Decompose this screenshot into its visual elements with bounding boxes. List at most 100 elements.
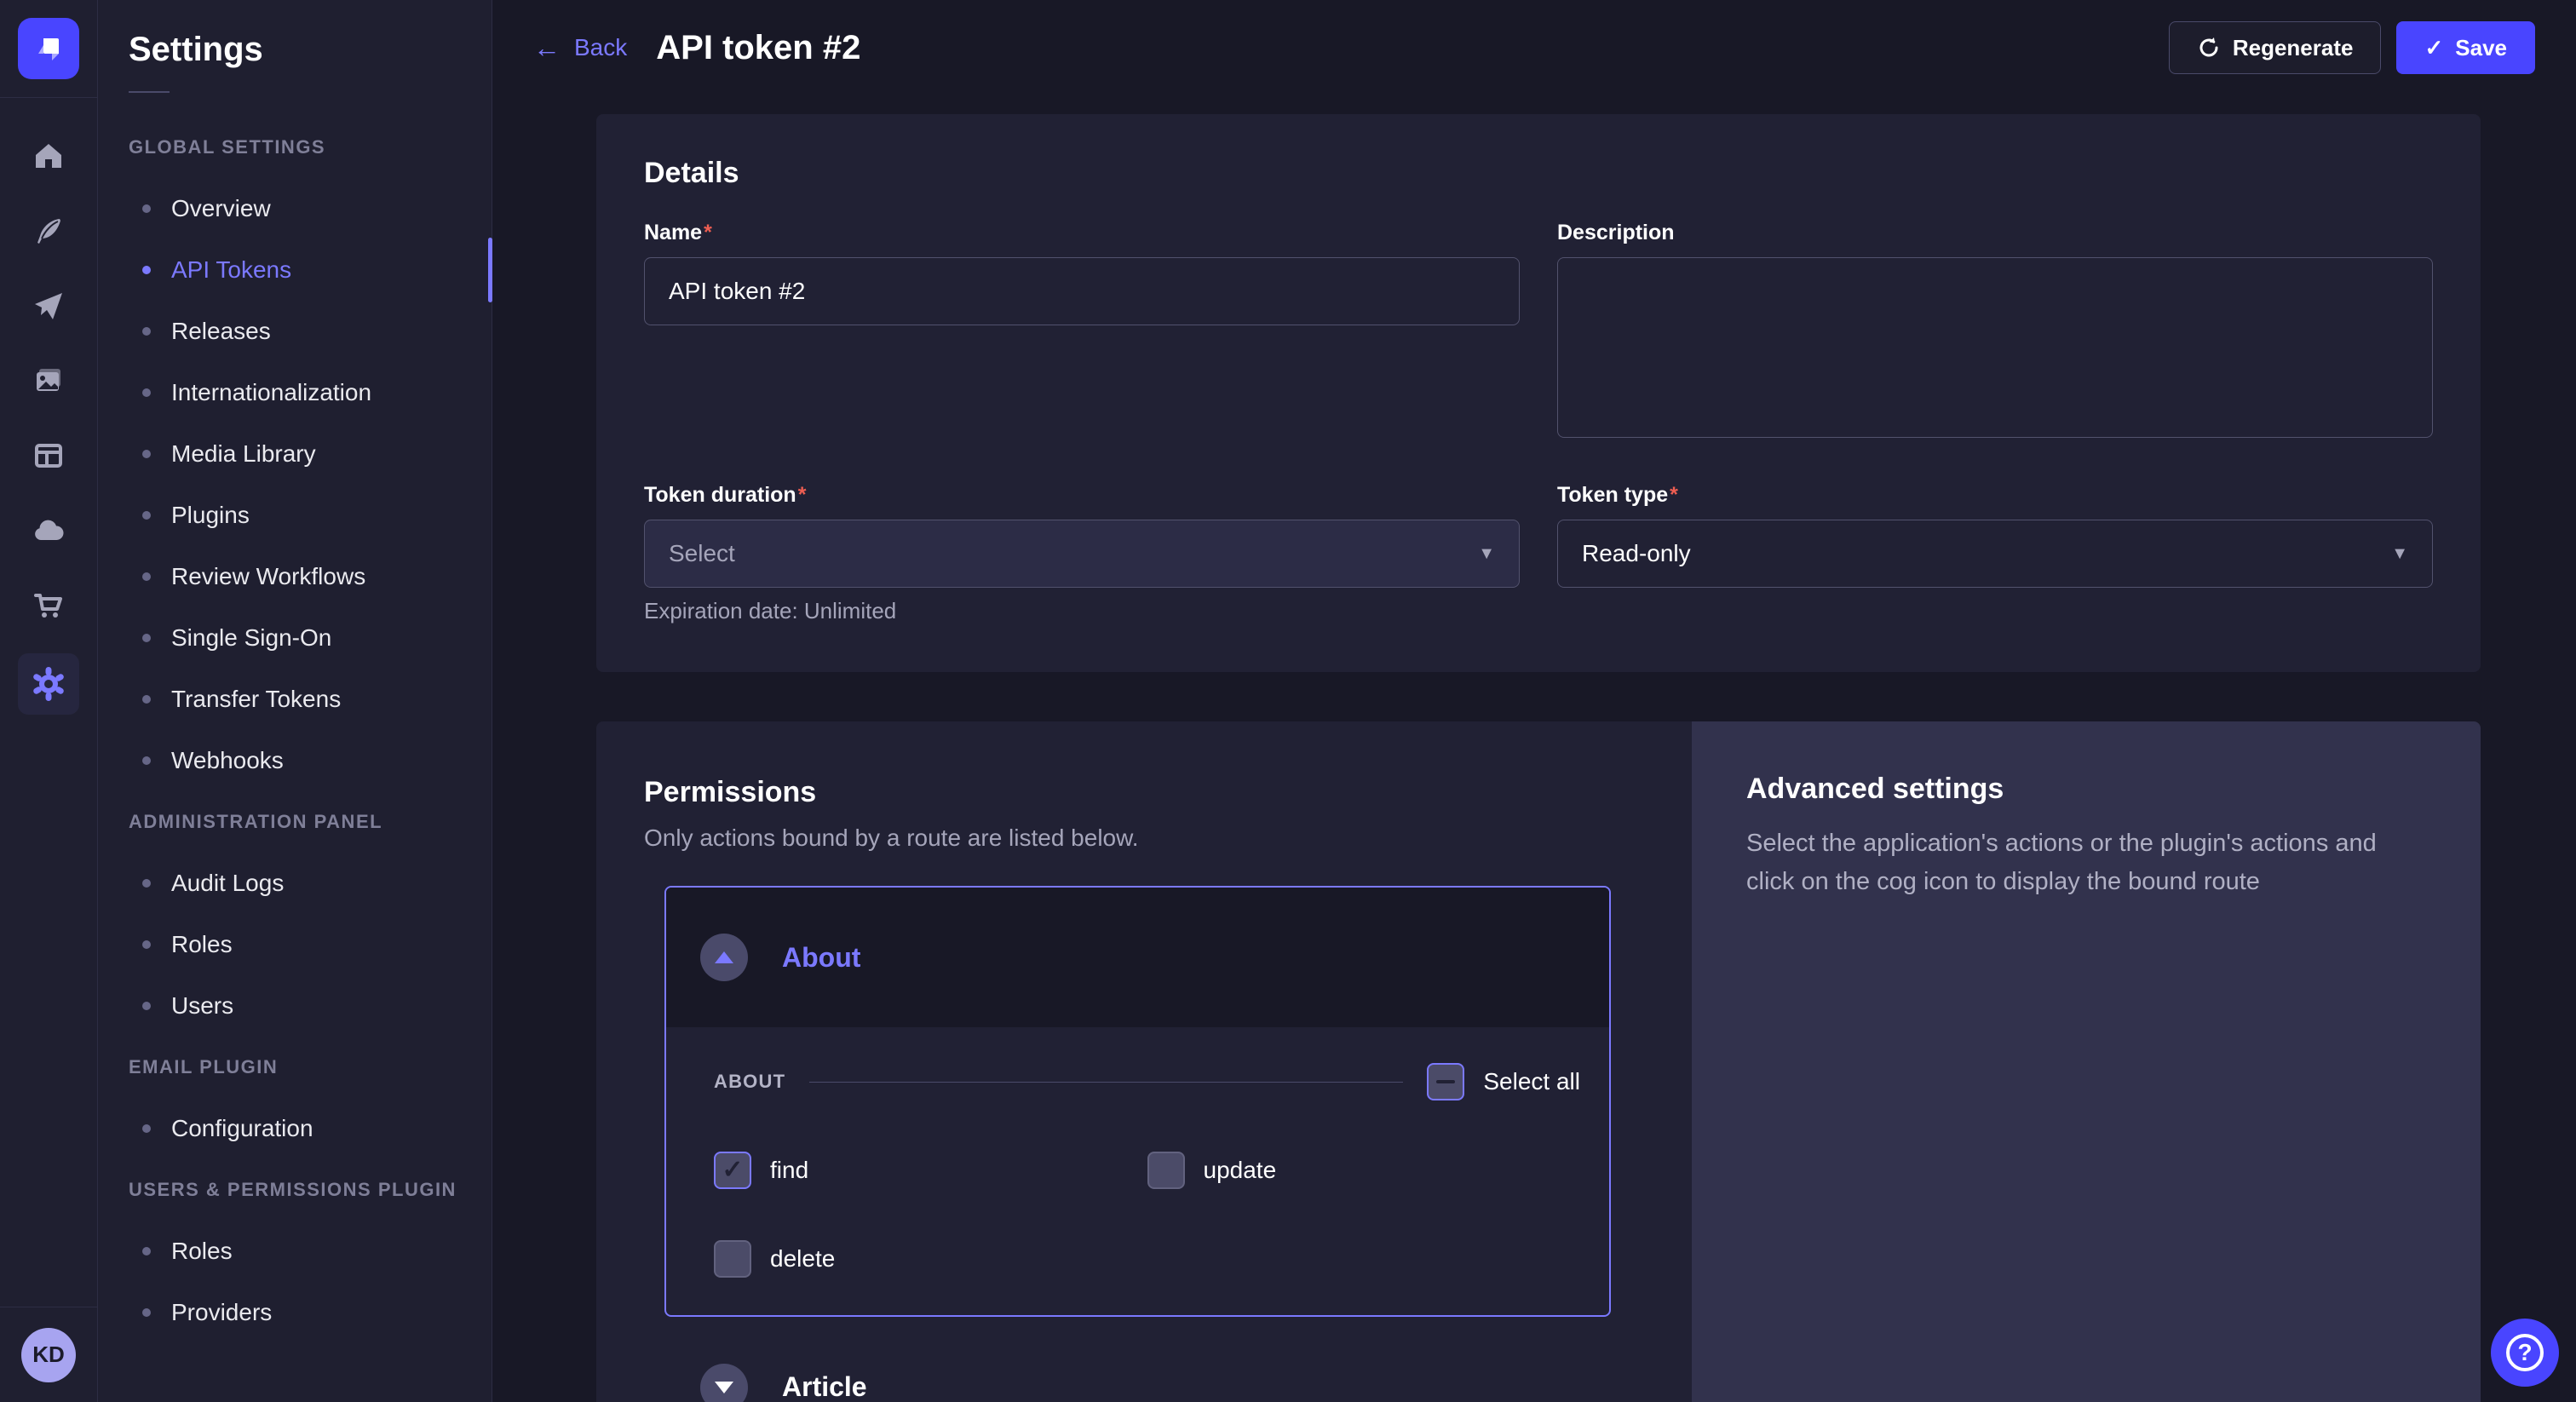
- section-users-permissions-plugin: USERS & PERMISSIONS PLUGIN: [129, 1159, 492, 1221]
- sidebar-item-up-roles[interactable]: Roles: [98, 1221, 492, 1282]
- sidebar-item-single-sign-on[interactable]: Single Sign-On: [98, 607, 492, 669]
- find-checkbox[interactable]: ✓: [714, 1152, 751, 1189]
- back-arrow-icon: ←: [533, 34, 561, 61]
- settings-sidebar: Settings GLOBAL SETTINGS Overview API To…: [98, 0, 492, 1402]
- sidebar-item-providers[interactable]: Providers: [98, 1282, 492, 1343]
- find-label: find: [770, 1157, 808, 1184]
- name-input[interactable]: [644, 257, 1520, 325]
- token-duration-select[interactable]: Select ▼: [644, 520, 1520, 588]
- layout-builder-icon[interactable]: [18, 428, 79, 483]
- sidebar-item-audit-logs[interactable]: Audit Logs: [98, 853, 492, 914]
- sidebar-item-webhooks[interactable]: Webhooks: [98, 730, 492, 791]
- token-duration-label: Token duration*: [644, 483, 1520, 508]
- update-checkbox[interactable]: [1147, 1152, 1185, 1189]
- about-subject-row: ABOUT Select all: [714, 1056, 1580, 1107]
- delete-label: delete: [770, 1245, 835, 1273]
- permissions-card: Permissions Only actions bound by a rout…: [596, 721, 2481, 1402]
- token-type-value: Read-only: [1582, 540, 1691, 567]
- strapi-logo[interactable]: [18, 18, 79, 79]
- avatar-cell: KD: [0, 1307, 97, 1402]
- required-asterisk: *: [1670, 483, 1678, 507]
- home-icon[interactable]: [18, 129, 79, 183]
- bullet-icon: [142, 695, 151, 704]
- content-manager-feather-icon[interactable]: [18, 204, 79, 258]
- save-button[interactable]: ✓ Save: [2396, 21, 2535, 74]
- back-link[interactable]: ← Back: [533, 34, 627, 61]
- sidebar-item-releases[interactable]: Releases: [98, 301, 492, 362]
- bullet-icon: [142, 572, 151, 581]
- details-title: Details: [644, 157, 2433, 190]
- sidebar-item-configuration[interactable]: Configuration: [98, 1098, 492, 1159]
- delete-checkbox[interactable]: [714, 1240, 751, 1278]
- bullet-icon: [142, 266, 151, 274]
- sidebar-item-label: Releases: [171, 318, 271, 345]
- sidebar-item-label: Audit Logs: [171, 870, 284, 897]
- regenerate-button[interactable]: Regenerate: [2169, 21, 2382, 74]
- expand-toggle-button[interactable]: [700, 1364, 748, 1402]
- token-type-select[interactable]: Read-only ▼: [1557, 520, 2433, 588]
- action-row-delete[interactable]: delete: [714, 1240, 1147, 1278]
- cloud-deploy-icon[interactable]: [18, 503, 79, 558]
- permissions-column: Permissions Only actions bound by a rout…: [596, 721, 1658, 1402]
- triangle-down-icon: [715, 1382, 733, 1393]
- sidebar-item-admin-roles[interactable]: Roles: [98, 914, 492, 975]
- bullet-icon: [142, 388, 151, 397]
- sidebar-item-plugins[interactable]: Plugins: [98, 485, 492, 546]
- sidebar-item-overview[interactable]: Overview: [98, 178, 492, 239]
- sidebar-item-label: Single Sign-On: [171, 624, 331, 652]
- select-all-label: Select all: [1483, 1068, 1580, 1095]
- avatar[interactable]: KD: [21, 1328, 76, 1382]
- sidebar-item-label: Providers: [171, 1299, 272, 1326]
- sidebar-item-internationalization[interactable]: Internationalization: [98, 362, 492, 423]
- sidebar-item-api-tokens[interactable]: API Tokens: [98, 239, 492, 301]
- sidebar-item-transfer-tokens[interactable]: Transfer Tokens: [98, 669, 492, 730]
- save-label: Save: [2455, 35, 2507, 61]
- section-administration-panel: ADMINISTRATION PANEL: [129, 791, 492, 853]
- content-area: Details Name* Description Token duration…: [492, 95, 2576, 1402]
- check-icon: ✓: [722, 1158, 743, 1183]
- settings-gear-icon[interactable]: [18, 653, 79, 715]
- description-label: Description: [1557, 221, 2433, 245]
- permissions-title: Permissions: [644, 776, 1658, 809]
- description-input[interactable]: [1557, 257, 2433, 438]
- select-all-checkbox[interactable]: [1427, 1063, 1464, 1100]
- paper-plane-icon[interactable]: [18, 279, 79, 333]
- marketplace-cart-icon[interactable]: [18, 578, 79, 633]
- sidebar-item-media-library[interactable]: Media Library: [98, 423, 492, 485]
- indeterminate-dash-icon: [1436, 1080, 1455, 1083]
- triangle-up-icon: [715, 951, 733, 963]
- sidebar-item-users[interactable]: Users: [98, 975, 492, 1037]
- sidebar-item-label: Overview: [171, 195, 271, 222]
- back-label: Back: [574, 34, 627, 61]
- name-label: Name*: [644, 221, 1520, 245]
- action-row-update[interactable]: update: [1147, 1152, 1581, 1189]
- sidebar-item-label: Webhooks: [171, 747, 284, 774]
- sidebar-item-label: Configuration: [171, 1115, 313, 1142]
- action-row-find[interactable]: ✓ find: [714, 1152, 1147, 1189]
- chevron-down-icon: ▼: [2391, 544, 2408, 564]
- help-button[interactable]: ?: [2491, 1319, 2559, 1387]
- sidebar-item-label: Internationalization: [171, 379, 371, 406]
- collapse-toggle-button[interactable]: [700, 934, 748, 981]
- bullet-icon: [142, 879, 151, 888]
- about-actions-grid: ✓ find update delete: [714, 1152, 1580, 1278]
- token-type-field-group: Token type* Read-only ▼: [1557, 483, 2433, 624]
- accordion-about-header[interactable]: About: [666, 888, 1609, 1027]
- accordion-about: About ABOUT Select all: [664, 886, 1611, 1317]
- header-actions: Regenerate ✓ Save: [2169, 21, 2535, 74]
- bullet-icon: [142, 327, 151, 336]
- rail-icon-list: [18, 129, 79, 715]
- accordion-article-header[interactable]: Article: [664, 1317, 1611, 1402]
- media-library-icon[interactable]: [18, 353, 79, 408]
- sidebar-item-label: Transfer Tokens: [171, 686, 341, 713]
- regenerate-label: Regenerate: [2233, 35, 2354, 61]
- bullet-icon: [142, 204, 151, 213]
- sidebar-item-label: API Tokens: [171, 256, 291, 284]
- strapi-logo-glyph: [32, 32, 66, 66]
- details-card: Details Name* Description Token duration…: [596, 114, 2481, 672]
- bullet-icon: [142, 511, 151, 520]
- sidebar-item-review-workflows[interactable]: Review Workflows: [98, 546, 492, 607]
- subject-divider-line: [809, 1082, 1403, 1083]
- select-all-row[interactable]: Select all: [1427, 1063, 1580, 1100]
- bullet-icon: [142, 1308, 151, 1317]
